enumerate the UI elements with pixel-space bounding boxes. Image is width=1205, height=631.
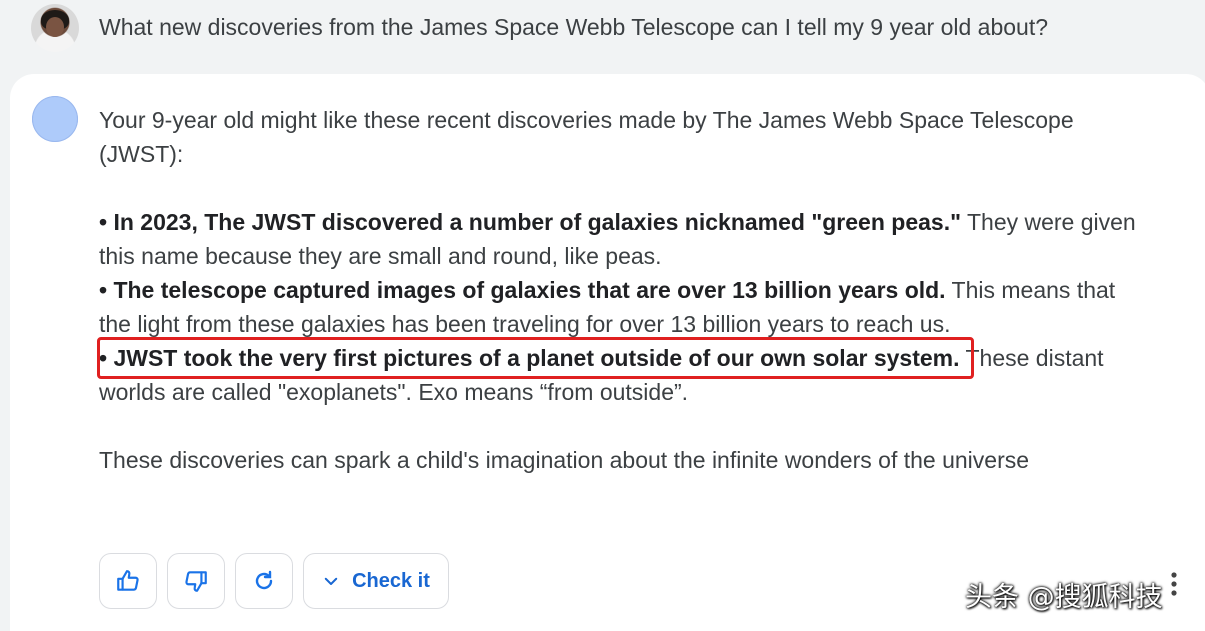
bullet-item: • The telescope captured images of galax…	[99, 273, 1159, 307]
bullet-rest-text: This means that	[945, 277, 1116, 303]
response-closing: These discoveries can spark a child's im…	[99, 447, 1030, 473]
response-actions: Check it	[99, 553, 449, 611]
response-intro-line2: (JWST):	[99, 141, 184, 167]
avatar-face	[46, 17, 64, 37]
bullet-item-highlighted: • JWST took the very first pictures of a…	[99, 341, 1159, 375]
bullet-continuation: this name because they are small and rou…	[99, 243, 662, 269]
response-body: Your 9-year old might like these recent …	[99, 103, 1159, 477]
thumbs-up-icon	[115, 568, 141, 594]
thumbs-up-button[interactable]	[99, 553, 157, 609]
bullet-rest-text: These distant	[959, 345, 1104, 371]
thumbs-down-button[interactable]	[167, 553, 225, 609]
thumbs-down-icon	[183, 568, 209, 594]
bullet-bold-text: • JWST took the very first pictures of a…	[99, 345, 960, 371]
response-intro-line1: Your 9-year old might like these recent …	[99, 107, 1074, 133]
bullet-bold-text: • In 2023, The JWST discovered a number …	[99, 209, 961, 235]
bullet-item: • In 2023, The JWST discovered a number …	[99, 205, 1159, 239]
bullet-continuation: worlds are called "exoplanets". Exo mean…	[99, 379, 689, 405]
user-avatar	[31, 4, 79, 52]
user-prompt-row: What new discoveries from the James Spac…	[0, 0, 1205, 70]
watermark: 头条 @搜狐科技	[965, 582, 1163, 613]
check-it-button[interactable]: Check it	[303, 553, 449, 609]
more-options-icon[interactable]	[1168, 570, 1180, 600]
regenerate-button[interactable]	[235, 553, 293, 609]
chat-page: What new discoveries from the James Spac…	[0, 0, 1205, 631]
user-prompt-text: What new discoveries from the James Spac…	[99, 14, 1049, 40]
bullet-continuation: the light from these galaxies has been t…	[99, 311, 951, 337]
bullet-bold-text: • The telescope captured images of galax…	[99, 277, 946, 303]
chevron-down-icon	[322, 572, 340, 590]
assistant-avatar	[32, 96, 78, 142]
refresh-icon	[252, 569, 276, 593]
check-it-label: Check it	[352, 569, 430, 592]
bullet-rest-text: They were given	[961, 209, 1136, 235]
